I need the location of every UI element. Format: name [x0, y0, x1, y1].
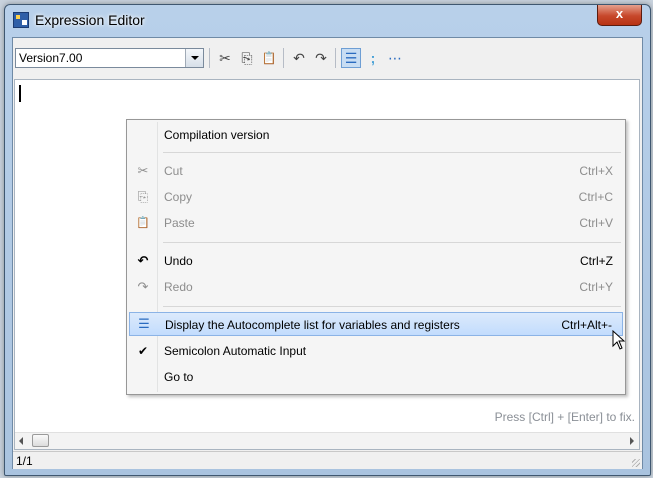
- close-button[interactable]: x: [597, 5, 642, 26]
- autocomplete-icon[interactable]: ☰: [341, 48, 361, 68]
- menu-separator: [163, 242, 621, 243]
- paste-icon: 📋: [136, 217, 150, 229]
- menu-item-go-to[interactable]: Go to: [129, 366, 623, 388]
- cursor-position: 1/1: [16, 454, 33, 468]
- undo-icon[interactable]: ↶: [289, 48, 309, 68]
- copy-icon[interactable]: ⎘: [237, 48, 257, 68]
- semicolon-icon[interactable]: ;: [363, 48, 383, 68]
- cut-icon[interactable]: ✂: [215, 48, 235, 68]
- menu-item-shortcut: Ctrl+Z: [580, 254, 613, 268]
- menu-separator: [163, 306, 621, 307]
- menu-item-label: Undo: [164, 254, 193, 268]
- menu-item-undo[interactable]: ↶ Undo Ctrl+Z: [129, 250, 623, 272]
- menu-item-label: Copy: [164, 190, 193, 204]
- toolbar-separator: [209, 48, 210, 68]
- version-value: Version7.00: [19, 51, 83, 65]
- menu-item-autocomplete[interactable]: ☰ Display the Autocomplete list for vari…: [129, 312, 623, 336]
- menu-item-copy[interactable]: ⎘ Copy Ctrl+C: [129, 186, 623, 208]
- text-caret: [19, 85, 21, 102]
- menu-item-label: Paste: [164, 216, 195, 230]
- paste-icon[interactable]: 📋: [259, 48, 279, 68]
- menu-item-label: Redo: [164, 280, 193, 294]
- menu-item-redo[interactable]: ↷ Redo Ctrl+Y: [129, 276, 623, 298]
- menu-item-shortcut: Ctrl+Y: [579, 280, 613, 294]
- toolbar-separator: [335, 48, 336, 68]
- redo-icon: ↷: [137, 279, 149, 294]
- app-icon: [13, 12, 29, 28]
- scroll-thumb[interactable]: [32, 434, 49, 447]
- menu-item-label: Cut: [164, 164, 183, 178]
- undo-icon: ↶: [137, 253, 149, 268]
- autocomplete-icon: ☰: [138, 316, 150, 331]
- redo-icon[interactable]: ↷: [311, 48, 331, 68]
- compilation-version-select[interactable]: Version7.00: [15, 48, 204, 68]
- mouse-pointer-icon: [612, 330, 626, 350]
- menu-item-shortcut: Ctrl+C: [578, 190, 613, 204]
- checkmark-icon: ✔: [137, 344, 149, 358]
- title-bar[interactable]: Expression Editor x: [5, 5, 650, 37]
- toolbar-separator: [283, 48, 284, 68]
- menu-item-label: Display the Autocomplete list for variab…: [165, 318, 460, 332]
- status-bar: 1/1: [13, 451, 642, 469]
- window-title: Expression Editor: [35, 12, 145, 28]
- horizontal-scrollbar[interactable]: [15, 432, 639, 449]
- menu-item-semicolon-automatic-input[interactable]: ✔ Semicolon Automatic Input: [129, 340, 623, 362]
- copy-icon: ⎘: [137, 189, 149, 204]
- chevron-down-icon[interactable]: [185, 49, 203, 67]
- goto-icon[interactable]: ⋯: [385, 48, 405, 68]
- menu-item-paste[interactable]: 📋 Paste Ctrl+V: [129, 212, 623, 234]
- menu-item-compilation-version[interactable]: Compilation version: [129, 124, 623, 146]
- cut-icon: ✂: [137, 163, 149, 178]
- menu-item-shortcut: Ctrl+X: [579, 164, 613, 178]
- context-menu: Compilation version ✂ Cut Ctrl+X ⎘ Copy …: [126, 119, 626, 395]
- menu-item-label: Go to: [164, 370, 194, 384]
- menu-item-cut[interactable]: ✂ Cut Ctrl+X: [129, 160, 623, 182]
- menu-item-label: Semicolon Automatic Input: [164, 344, 307, 358]
- menu-item-shortcut: Ctrl+Alt+-: [561, 318, 612, 332]
- menu-item-shortcut: Ctrl+V: [579, 216, 613, 230]
- fix-hint: Press [Ctrl] + [Enter] to fix.: [494, 410, 635, 424]
- scroll-left-icon[interactable]: [19, 437, 23, 445]
- scroll-right-icon[interactable]: [630, 437, 634, 445]
- resize-grip[interactable]: [632, 459, 640, 467]
- menu-separator: [163, 152, 621, 153]
- menu-item-label: Compilation version: [164, 128, 270, 142]
